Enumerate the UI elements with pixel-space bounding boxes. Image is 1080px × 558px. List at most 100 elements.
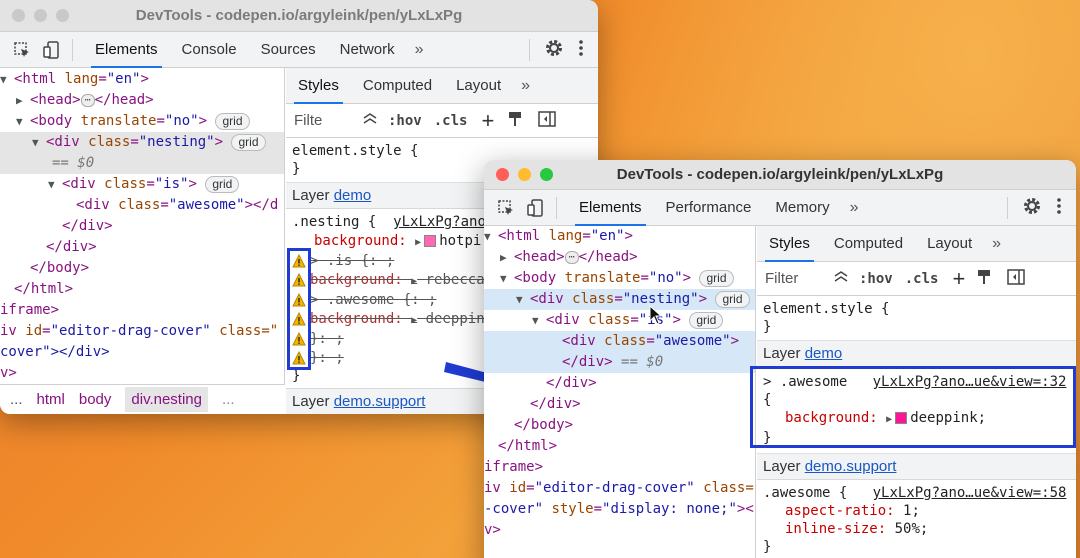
grid-badge[interactable]: grid [231, 133, 266, 151]
dom-node-head[interactable]: ▶ <head> ⋯ </head> [0, 90, 284, 111]
dom-node-body[interactable]: ▼ <body translate="no"> grid [0, 111, 284, 132]
tab-memory[interactable]: Memory [763, 190, 841, 226]
dom-tree: ▼ <html lang="en"> ▶ <head> ⋯ </head> ▼ <body… [0, 68, 285, 384]
sidebar-toggle-icon[interactable] [538, 110, 557, 131]
filter-input[interactable]: Filte [286, 112, 356, 129]
dom-node-html[interactable]: ▼ <html lang="en"> [484, 226, 755, 247]
layer-link-demo-support[interactable]: demo.support [805, 458, 897, 475]
awesome-rule[interactable]: .awesome { yLxLxPg?ano…ue&view=:58 aspec… [757, 480, 1076, 558]
breadcrumb-html[interactable]: html [37, 391, 65, 408]
styles-filter-bar: Filte :hov .cls + [286, 104, 598, 138]
title-bar[interactable]: DevTools - codepen.io/argyleink/pen/yLxL… [0, 0, 598, 32]
more-tabs-button[interactable]: » [842, 199, 867, 217]
dom-node-editor-drag-cover[interactable]: iv id="editor-drag-cover" class=" [0, 321, 284, 342]
dom-close-body: </body> [30, 260, 90, 276]
tab-styles[interactable]: Styles [757, 226, 822, 262]
dom-node-head[interactable]: ▶ <head> ⋯ </head> [484, 247, 755, 268]
tab-layout[interactable]: Layout [444, 68, 513, 104]
sidebar-toggle-icon[interactable] [1007, 268, 1026, 289]
dom-node-body[interactable]: ▼ <body translate="no"> grid [484, 268, 755, 289]
breadcrumb-div-nesting[interactable]: div.nesting [125, 387, 208, 412]
cls-button[interactable]: .cls [905, 271, 939, 287]
tab-sources[interactable]: Sources [249, 32, 328, 68]
mouse-cursor-icon [649, 305, 663, 325]
more-tabs-button[interactable]: » [984, 235, 1009, 253]
dom-close-div: </div> [546, 375, 597, 391]
dom-node-div-awesome[interactable]: <div class="awesome"> [484, 331, 755, 352]
grid-badge[interactable]: grid [205, 175, 240, 193]
cls-button[interactable]: .cls [434, 113, 468, 129]
color-swatch-hotpink [424, 234, 437, 247]
devtools-tabbar: Elements Performance Memory » [484, 190, 1076, 226]
dom-close-div: </div> [46, 239, 97, 255]
grid-badge[interactable]: grid [689, 311, 724, 329]
device-icon[interactable] [42, 40, 62, 60]
paint-icon[interactable] [508, 111, 522, 131]
breadcrumb-more-end[interactable]: ... [222, 391, 235, 408]
warnings-highlight-box [287, 248, 311, 370]
grid-badge[interactable]: grid [699, 269, 734, 287]
device-icon[interactable] [526, 198, 546, 218]
dom-close-body: </body> [514, 417, 574, 433]
tab-performance[interactable]: Performance [654, 190, 764, 226]
styles-tabbar: Styles Computed Layout » [286, 68, 598, 104]
gear-icon[interactable] [544, 38, 564, 62]
kebab-menu-icon[interactable] [578, 39, 584, 61]
kebab-menu-icon[interactable] [1056, 197, 1062, 219]
styles-filter-bar: Filter :hov .cls + [757, 262, 1076, 296]
breadcrumb-body[interactable]: body [79, 391, 112, 408]
rule-source-link[interactable]: yLxLxPg?ano…ue&view=:58 [873, 485, 1067, 501]
window-title: DevTools - codepen.io/argyleink/pen/yLxL… [616, 166, 944, 183]
tab-elements[interactable]: Elements [567, 190, 654, 226]
tab-network[interactable]: Network [328, 32, 407, 68]
new-rule-button[interactable]: + [481, 108, 494, 134]
paint-icon[interactable] [977, 269, 991, 289]
devtools-tabbar: Elements Console Sources Network » [0, 32, 598, 68]
title-bar[interactable]: DevTools - codepen.io/argyleink/pen/yLxL… [484, 160, 1076, 190]
tab-layout[interactable]: Layout [915, 226, 984, 262]
layer-header-demo: Layer demo [757, 341, 1076, 367]
tab-console[interactable]: Console [170, 32, 249, 68]
dom-line-close: v> [0, 365, 17, 381]
new-rule-button[interactable]: + [952, 266, 965, 292]
dom-line-cover: cover"></div> [0, 344, 110, 360]
dom-close-div-selected[interactable]: </div> == $0 [484, 352, 755, 373]
dom-node-div-awesome[interactable]: <div class="awesome"></d [0, 195, 284, 216]
gear-icon[interactable] [1022, 196, 1042, 220]
tab-computed[interactable]: Computed [822, 226, 915, 262]
rule-source-link[interactable]: yLxLxPg?ano [393, 214, 486, 230]
breadcrumb-more[interactable]: ... [10, 391, 23, 408]
dom-node-editor-drag-cover[interactable]: iv id="editor-drag-cover" class= [484, 478, 755, 499]
breadcrumb: ... html body div.nesting ... [0, 384, 285, 414]
grid-badge[interactable]: grid [715, 290, 750, 308]
layer-link-demo-support[interactable]: demo.support [334, 393, 426, 410]
hov-button[interactable]: :hov [859, 271, 893, 287]
element-style-rule[interactable]: element.style { } [757, 296, 1076, 341]
dom-close-html: </html> [498, 438, 558, 454]
inspect-icon[interactable] [496, 198, 516, 218]
dom-node-div-nesting[interactable]: ▼ <div class="nesting"> grid [0, 132, 284, 153]
tab-computed[interactable]: Computed [351, 68, 444, 104]
toggle-icon[interactable] [833, 270, 853, 288]
layer-header-demo-support: Layer demo.support [757, 454, 1076, 480]
grid-badge[interactable]: grid [215, 112, 250, 130]
dom-node-html[interactable]: ▼ <html lang="en"> [0, 69, 284, 90]
dom-node-iframe[interactable]: iframe> [484, 457, 755, 478]
dom-node-div-is[interactable]: ▼<div class="is"> grid [484, 310, 755, 331]
toggle-icon[interactable] [362, 112, 382, 130]
devtools-window-front: DevTools - codepen.io/argyleink/pen/yLxL… [484, 160, 1076, 558]
dom-node-div-is[interactable]: ▼<div class="is"> grid [0, 174, 284, 195]
dom-node-iframe[interactable]: iframe> [0, 300, 284, 321]
tab-elements[interactable]: Elements [83, 32, 170, 68]
filter-input[interactable]: Filter [757, 270, 827, 287]
inspect-icon[interactable] [12, 40, 32, 60]
layer-link-demo[interactable]: demo [334, 187, 372, 204]
dom-close-div: </div> [62, 218, 113, 234]
more-tabs-button[interactable]: » [513, 77, 538, 95]
more-tabs-button[interactable]: » [407, 41, 432, 59]
dom-node-div-nesting[interactable]: ▼ <div class="nesting"> grid [484, 289, 755, 310]
hov-button[interactable]: :hov [388, 113, 422, 129]
layer-link-demo[interactable]: demo [805, 345, 843, 362]
dom-close-div: </div> [530, 396, 581, 412]
tab-styles[interactable]: Styles [286, 68, 351, 104]
